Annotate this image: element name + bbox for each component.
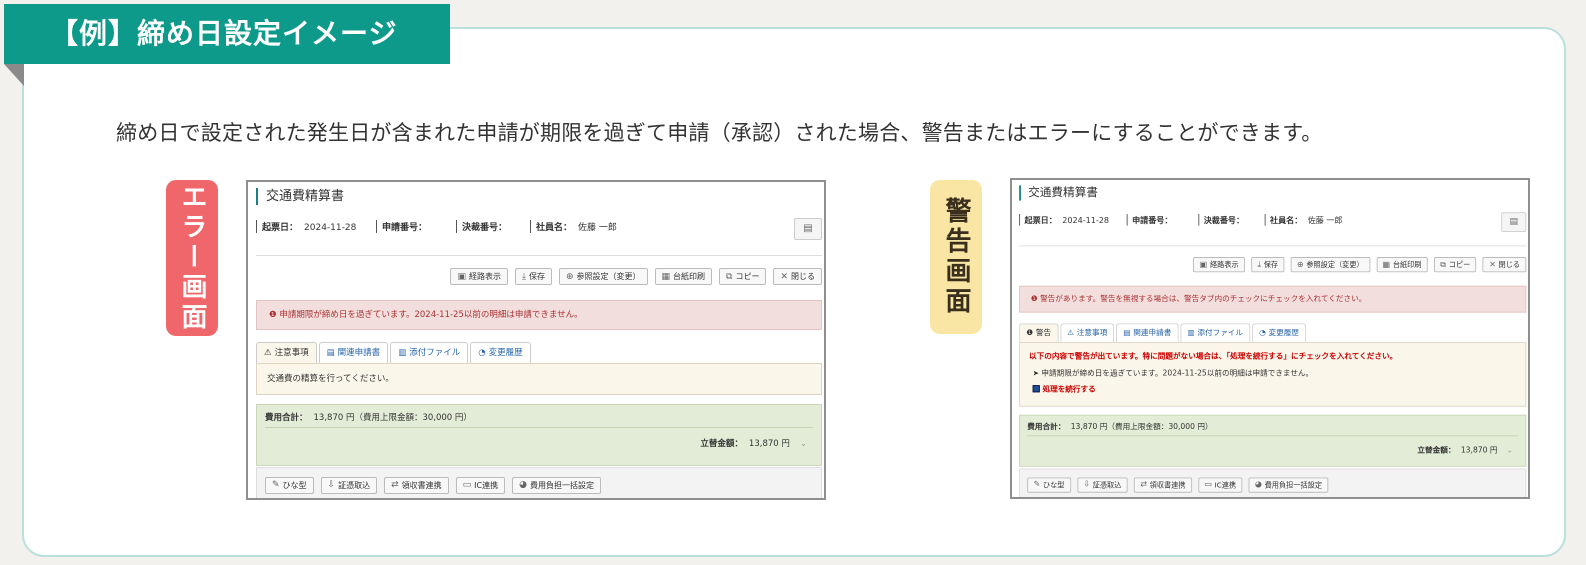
route-icon: ▣ bbox=[457, 271, 466, 282]
continue-checkbox[interactable]: 処理を続行する bbox=[1029, 383, 1516, 394]
tab-related[interactable]: ▤ 関連申請書 bbox=[1116, 323, 1179, 343]
totals-panel: 費用合計： 13,870 円（費用上限金額：30,000 円） 立替金額： 13,8… bbox=[256, 404, 822, 466]
warning-heading: 以下の内容で警告が出ています。特に問題がない場合は、「処理を続行する」にチェック… bbox=[1029, 352, 1398, 361]
ribbon-fold bbox=[4, 64, 24, 86]
receipt-icon: ⇄ bbox=[391, 480, 399, 490]
cost-allocation-button[interactable]: ◕ 費用負担一括設定 bbox=[512, 476, 601, 494]
copy-button[interactable]: ⧉ コピー bbox=[1434, 257, 1477, 273]
tab-related[interactable]: ▤ 関連申請書 bbox=[318, 342, 389, 363]
file-icon: ▥ bbox=[398, 348, 407, 358]
cost-allocation-button[interactable]: ◕ 費用負担一括設定 bbox=[1248, 477, 1329, 493]
voucher-import-button[interactable]: ⇩ 証憑取込 bbox=[320, 476, 378, 494]
tab-history[interactable]: ◔ 変更履歴 bbox=[1252, 323, 1307, 343]
close-button[interactable]: ✕ 閉じる bbox=[773, 268, 822, 285]
divider bbox=[1019, 245, 1527, 247]
description: 締め日で設定された発生日が含まれた申請が期限を過ぎて申請（承認）された場合、警告… bbox=[116, 121, 1323, 145]
warning-screenshot: 交通費精算書 起票日： 2024-11-28 申請番号： 決裁番号： 社員名： 佐藤… bbox=[1010, 178, 1530, 499]
error-screen-tag: エラー画面 bbox=[166, 180, 218, 336]
search-icon: ⊕ bbox=[1296, 260, 1304, 270]
tab-notes[interactable]: ⚠ 注意事項 bbox=[1060, 323, 1115, 343]
receipt-icon: ⇄ bbox=[1140, 480, 1147, 490]
document-icon: ▤ bbox=[1123, 328, 1131, 338]
template-icon: ✎ bbox=[272, 480, 280, 490]
form-meta: 起票日： 2024-11-28 申請番号： 決裁番号： 社員名： 佐藤 一郎 bbox=[1019, 214, 1343, 226]
close-icon: ✕ bbox=[1489, 260, 1496, 270]
file-icon: ▥ bbox=[1187, 328, 1195, 338]
receipt-link-button[interactable]: ⇄ 領収書連携 bbox=[384, 476, 449, 494]
error-alert: ❶ 申請期限が締め日を過ぎています。2024-11-25以前の明細は申請できませ… bbox=[256, 300, 822, 330]
grid-toggle-icon[interactable]: ▤ bbox=[1501, 212, 1527, 232]
bottom-toolbar: ✎ ひな型 ⇩ 証憑取込 ⇄ 領収書連携 ▭ IC連携 ◕ 費用負担一括設定 bbox=[256, 467, 822, 498]
route-button[interactable]: ▣ 経路表示 bbox=[1193, 257, 1245, 273]
heading-ribbon: 【例】締め日設定イメージ bbox=[4, 4, 450, 64]
print-button[interactable]: ▦ 台紙印刷 bbox=[1376, 257, 1428, 273]
ic-link-button[interactable]: ▭ IC連携 bbox=[455, 476, 506, 494]
tab-attachments[interactable]: ▥ 添付ファイル bbox=[390, 342, 469, 363]
tab-notes[interactable]: ⚠ 注意事項 bbox=[256, 342, 317, 363]
template-icon: ✎ bbox=[1033, 480, 1041, 490]
document-icon: ▤ bbox=[326, 348, 335, 358]
note-panel: 交通費の精算を行ってください。 bbox=[256, 363, 822, 395]
route-icon: ▣ bbox=[1199, 260, 1208, 270]
warning-panel: 以下の内容で警告が出ています。特に問題がない場合は、「処理を続行する」にチェック… bbox=[1019, 342, 1527, 407]
ic-link-button[interactable]: ▭ IC連携 bbox=[1198, 477, 1243, 493]
import-icon: ⇩ bbox=[327, 480, 336, 490]
alert-icon: ❶ bbox=[1030, 294, 1038, 304]
grid-toggle-icon[interactable]: ▤ bbox=[794, 218, 822, 240]
totals-panel: 費用合計： 13,870 円（費用上限金額：30,000 円） 立替金額： 13,8… bbox=[1019, 414, 1527, 467]
tab-attachments[interactable]: ▥ 添付ファイル bbox=[1180, 323, 1251, 343]
warning-icon: ⚠ bbox=[264, 348, 272, 358]
toolbar: ▣ 経路表示 ⤓ 保存 ⊕ 参照設定（変更） ▦ 台紙印刷 ⧉ コピー ✕ 閉じる bbox=[450, 268, 822, 285]
alert-icon: ❶ bbox=[1026, 328, 1034, 338]
tab-history[interactable]: ◔ 変更履歴 bbox=[470, 342, 531, 363]
search-icon: ⊕ bbox=[565, 271, 574, 282]
download-icon: ⤓ bbox=[1257, 260, 1262, 270]
form-title: 交通費精算書 bbox=[1019, 185, 1098, 201]
history-icon: ◔ bbox=[478, 348, 486, 358]
save-button[interactable]: ⤓ 保存 bbox=[514, 268, 552, 285]
copy-icon: ⧉ bbox=[726, 271, 733, 282]
reference-button[interactable]: ⊕ 参照設定（変更） bbox=[558, 268, 648, 285]
form-meta: 起票日： 2024-11-28 申請番号： 決裁番号： 社員名： 佐藤 一郎 bbox=[256, 220, 617, 233]
download-icon: ⤓ bbox=[521, 271, 526, 282]
import-icon: ⇩ bbox=[1083, 480, 1091, 490]
print-icon: ▦ bbox=[661, 271, 671, 282]
close-button[interactable]: ✕ 閉じる bbox=[1482, 257, 1527, 273]
pie-icon: ◕ bbox=[1254, 480, 1262, 490]
toolbar: ▣ 経路表示 ⤓ 保存 ⊕ 参照設定（変更） ▦ 台紙印刷 ⧉ コピー ✕ 閉じる bbox=[1193, 257, 1527, 273]
ic-card-icon: ▭ bbox=[1204, 480, 1212, 490]
bottom-toolbar: ✎ ひな型 ⇩ 証憑取込 ⇄ 領収書連携 ▭ IC連携 ◕ 費用負担一括設定 bbox=[1019, 468, 1527, 497]
close-icon: ✕ bbox=[780, 271, 788, 282]
print-icon: ▦ bbox=[1382, 260, 1391, 270]
route-button[interactable]: ▣ 経路表示 bbox=[450, 268, 508, 285]
history-icon: ◔ bbox=[1259, 328, 1266, 338]
warning-alert: ❶ 警告があります。警告を無視する場合は、警告タブ内のチェックにチェックを入れて… bbox=[1019, 285, 1527, 313]
checkbox-icon bbox=[1032, 385, 1040, 393]
chevron-down-icon[interactable]: ⌄ bbox=[1506, 446, 1512, 455]
receipt-link-button[interactable]: ⇄ 領収書連携 bbox=[1133, 477, 1192, 493]
tab-bar: ⚠ 注意事項 ▤ 関連申請書 ▥ 添付ファイル ◔ 変更履歴 bbox=[256, 342, 531, 363]
copy-icon: ⧉ bbox=[1440, 260, 1447, 270]
arrow-icon: ➤ bbox=[1032, 369, 1039, 379]
tab-warning[interactable]: ❶ 警告 bbox=[1019, 323, 1059, 343]
tab-bar: ❶ 警告 ⚠ 注意事項 ▤ 関連申請書 ▥ 添付ファイル ◔ 変更履歴 bbox=[1019, 323, 1307, 343]
warning-line: ➤ 申請期限が締め日を過ぎています。2024-11-25以前の明細は申請できませ… bbox=[1032, 369, 1314, 379]
reference-button[interactable]: ⊕ 参照設定（変更） bbox=[1290, 257, 1370, 273]
save-button[interactable]: ⤓ 保存 bbox=[1251, 257, 1285, 273]
chevron-down-icon[interactable]: ⌄ bbox=[800, 439, 807, 449]
ic-card-icon: ▭ bbox=[462, 480, 472, 490]
warning-screen-tag: 警告画面 bbox=[930, 180, 982, 334]
pie-icon: ◕ bbox=[519, 480, 527, 490]
error-screenshot: 交通費精算書 起票日： 2024-11-28 申請番号： 決裁番号： 社員名： 佐藤… bbox=[246, 180, 826, 500]
warning-icon: ⚠ bbox=[1067, 328, 1075, 338]
divider bbox=[256, 255, 822, 256]
copy-button[interactable]: ⧉ コピー bbox=[719, 268, 767, 285]
template-button[interactable]: ✎ ひな型 bbox=[1027, 477, 1071, 493]
template-button[interactable]: ✎ ひな型 bbox=[265, 476, 314, 494]
form-title: 交通費精算書 bbox=[256, 188, 344, 205]
alert-icon: ❶ bbox=[269, 310, 277, 320]
voucher-import-button[interactable]: ⇩ 証憑取込 bbox=[1077, 477, 1128, 493]
print-button[interactable]: ▦ 台紙印刷 bbox=[654, 268, 713, 285]
